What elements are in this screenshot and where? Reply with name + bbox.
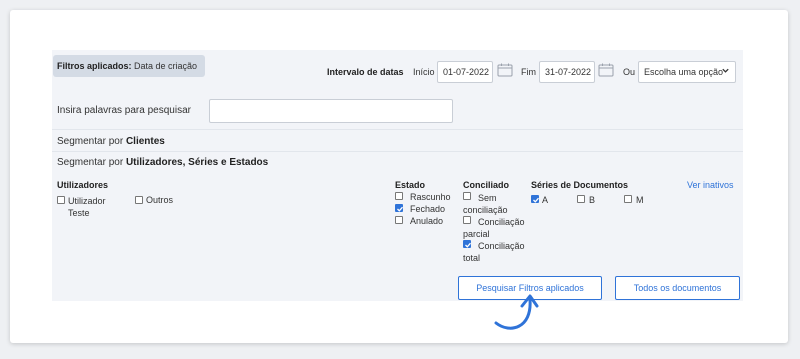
start-date-label: Início [413, 67, 435, 77]
chevron-down-icon [722, 68, 729, 73]
segment-clients[interactable]: Segmentar por Clientes [57, 136, 165, 147]
series-a-label: A [542, 195, 549, 205]
period-select-value: Escolha uma opção [644, 67, 724, 77]
state-draft-checkbox[interactable] [395, 192, 403, 200]
users-title: Utilizadores [57, 180, 109, 190]
state-title: Estado [395, 180, 426, 190]
calendar-icon[interactable] [598, 63, 614, 82]
series-m-label: M [636, 195, 644, 205]
state-closed-checkbox[interactable] [395, 204, 403, 212]
state-cancelled-checkbox[interactable] [395, 216, 403, 224]
state-draft-label: Rascunho [410, 192, 451, 202]
segment-clients-name: Clientes [125, 136, 165, 147]
series-b-label: B [589, 195, 596, 205]
user-teste-checkbox[interactable] [57, 196, 65, 204]
series-a-checkbox[interactable] [531, 195, 539, 203]
check-icon [397, 206, 403, 212]
reconciled-title: Conciliado [463, 180, 510, 190]
state-cancelled-label: Anulado [410, 216, 444, 226]
end-date-input[interactable]: 31-07-2022 [539, 61, 595, 83]
user-teste-label: Utilizador Teste [68, 196, 106, 218]
start-date-input[interactable]: 01-07-2022 [437, 61, 493, 83]
user-outros-checkbox[interactable] [135, 196, 143, 204]
curved-arrow-icon [494, 294, 539, 330]
state-closed-label: Fechado [410, 204, 446, 214]
filter-panel [52, 50, 743, 301]
no-reconciliation-label: Sem conciliação [463, 193, 508, 215]
end-date-label: Fim [521, 67, 536, 77]
applied-filters-chip: Filtros aplicados: Data de criação [53, 55, 205, 77]
search-label: Insira palavras para pesquisar [57, 105, 191, 116]
divider [52, 129, 743, 130]
search-input[interactable] [209, 99, 453, 123]
user-outros-label: Outros [146, 195, 174, 205]
segment-users[interactable]: Segmentar por Utilizadores, Séries e Est… [57, 157, 268, 168]
or-label: Ou [623, 67, 636, 77]
calendar-icon[interactable] [497, 63, 513, 82]
check-icon [533, 197, 539, 203]
series-b-checkbox[interactable] [577, 195, 585, 203]
divider [52, 151, 743, 152]
total-reconciliation-label: Conciliação total [463, 241, 525, 263]
period-select[interactable]: Escolha uma opção [638, 61, 736, 83]
date-range-label: Intervalo de datas [327, 67, 404, 77]
segment-users-name: Utilizadores, Séries e Estados [125, 157, 269, 168]
series-title: Séries de Documentos [531, 180, 629, 190]
partial-reconciliation-label: Conciliação parcial [463, 217, 525, 239]
all-documents-button[interactable]: Todos os documentos [615, 276, 740, 300]
applied-filters-value: Data de criação [134, 61, 198, 71]
applied-filters-label: Filtros aplicados: [57, 61, 132, 71]
show-inactive-link[interactable]: Ver inativos [687, 180, 734, 190]
segment-users-prefix: Segmentar por [57, 157, 124, 168]
segment-clients-prefix: Segmentar por [57, 136, 124, 147]
series-m-checkbox[interactable] [624, 195, 632, 203]
